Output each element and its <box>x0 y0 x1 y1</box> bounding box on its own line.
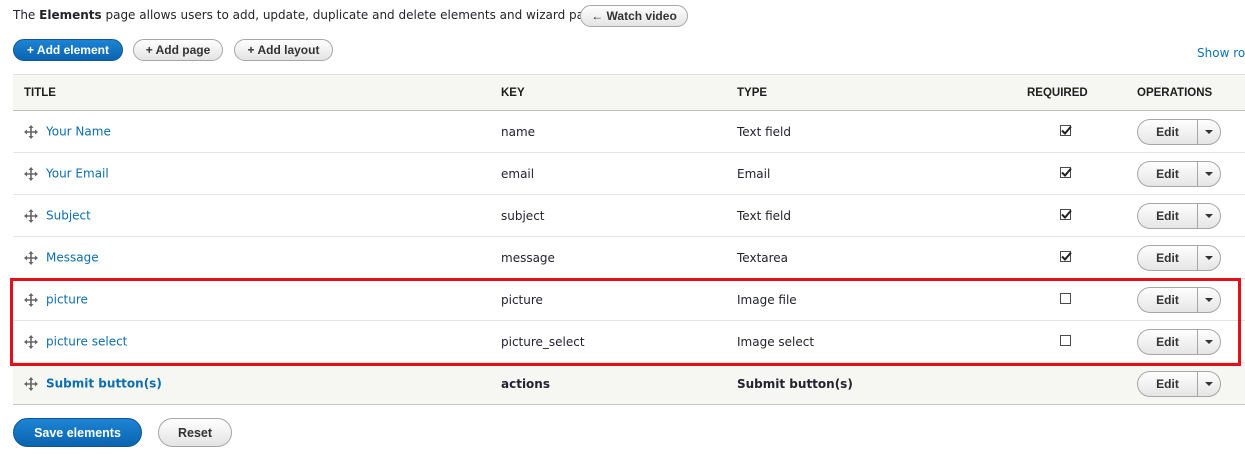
element-title-link[interactable]: Subject <box>46 209 91 223</box>
required-checkbox[interactable] <box>1060 208 1072 220</box>
edit-button[interactable]: Edit <box>1137 244 1197 271</box>
element-key: actions <box>501 376 550 391</box>
operations-dropdown-toggle[interactable] <box>1197 328 1221 355</box>
table-row: Submit button(s) actions Submit button(s… <box>13 362 1245 405</box>
drag-handle-icon[interactable] <box>24 208 38 223</box>
operations-dropbutton: Edit <box>1137 202 1245 229</box>
table-row: picture select picture_select Image sele… <box>13 321 1245 363</box>
drag-handle-icon[interactable] <box>24 166 38 181</box>
element-key: subject <box>501 208 545 223</box>
chevron-down-icon <box>1205 129 1213 134</box>
drag-handle-icon[interactable] <box>24 250 38 265</box>
table-row: picture picture Image file Edit <box>13 279 1245 321</box>
element-type: Text field <box>737 208 791 223</box>
edit-button[interactable]: Edit <box>1137 328 1197 355</box>
add-element-button[interactable]: + Add element <box>13 39 123 61</box>
element-key: picture_select <box>501 334 585 349</box>
element-key: message <box>501 250 555 265</box>
table-row: Subject subject Text field Edit <box>13 195 1245 237</box>
element-title-link[interactable]: picture select <box>46 335 127 349</box>
header-type: TYPE <box>737 86 768 99</box>
operations-dropdown-toggle[interactable] <box>1197 244 1221 271</box>
element-type: Text field <box>737 124 791 139</box>
intro-suffix: page allows users to add, update, duplic… <box>101 8 610 22</box>
operations-dropdown-toggle[interactable] <box>1197 160 1221 187</box>
intro-text: The Elements page allows users to add, u… <box>13 8 609 22</box>
edit-button[interactable]: Edit <box>1137 286 1197 313</box>
intro-strong: Elements <box>39 8 102 22</box>
operations-dropbutton: Edit <box>1137 160 1245 187</box>
edit-button[interactable]: Edit <box>1137 202 1197 229</box>
operations-dropbutton: Edit <box>1137 118 1245 145</box>
add-layout-button[interactable]: + Add layout <box>234 39 333 61</box>
table-row: Your Email email Email Edit <box>13 153 1245 195</box>
element-title-link[interactable]: Your Email <box>46 167 109 181</box>
operations-dropdown-toggle[interactable] <box>1197 370 1221 397</box>
save-elements-button[interactable]: Save elements <box>13 418 142 447</box>
chevron-down-icon <box>1205 255 1213 260</box>
element-type: Textarea <box>737 250 789 265</box>
reset-button[interactable]: Reset <box>158 418 232 447</box>
element-type: Submit button(s) <box>737 376 853 391</box>
required-checkbox[interactable] <box>1060 250 1072 262</box>
edit-button[interactable]: Edit <box>1137 370 1197 397</box>
operations-dropdown-toggle[interactable] <box>1197 286 1221 313</box>
edit-button[interactable]: Edit <box>1137 118 1197 145</box>
element-title-link[interactable]: Your Name <box>46 125 111 139</box>
element-title-link[interactable]: Submit button(s) <box>46 377 162 391</box>
element-key: email <box>501 166 535 181</box>
operations-dropbutton: Edit <box>1137 328 1245 355</box>
edit-button[interactable]: Edit <box>1137 160 1197 187</box>
required-checkbox[interactable] <box>1060 166 1072 178</box>
header-key: KEY <box>501 86 525 99</box>
chevron-down-icon <box>1205 381 1213 386</box>
drag-handle-icon[interactable] <box>24 124 38 139</box>
operations-dropbutton: Edit <box>1137 244 1245 271</box>
watch-video-button[interactable]: ← Watch video <box>580 5 688 27</box>
table-row: Message message Textarea Edit <box>13 237 1245 279</box>
element-type: Image file <box>737 292 797 307</box>
drag-handle-icon[interactable] <box>24 376 38 391</box>
operations-dropbutton: Edit <box>1137 286 1245 313</box>
header-operations: OPERATIONS <box>1137 86 1213 99</box>
table-header-row: TITLE KEY TYPE REQUIRED OPERATIONS <box>13 74 1245 111</box>
operations-dropdown-toggle[interactable] <box>1197 202 1221 229</box>
element-title-link[interactable]: Message <box>46 251 99 265</box>
operations-dropdown-toggle[interactable] <box>1197 118 1221 145</box>
element-type: Image select <box>737 334 815 349</box>
element-type: Email <box>737 166 771 181</box>
chevron-down-icon <box>1205 171 1213 176</box>
chevron-down-icon <box>1205 297 1213 302</box>
header-title: TITLE <box>24 86 56 99</box>
element-key: name <box>501 124 536 139</box>
element-title-link[interactable]: picture <box>46 293 88 307</box>
intro-prefix: The <box>13 8 40 22</box>
required-checkbox[interactable] <box>1060 124 1072 136</box>
required-checkbox[interactable] <box>1060 292 1071 304</box>
table-row: Your Name name Text field Edit <box>13 111 1245 153</box>
add-page-button[interactable]: + Add page <box>133 39 223 61</box>
chevron-down-icon <box>1205 213 1213 218</box>
operations-dropbutton: Edit <box>1137 370 1245 397</box>
element-key: picture <box>501 292 543 307</box>
required-checkbox[interactable] <box>1060 334 1071 346</box>
header-required: REQUIRED <box>1027 86 1088 99</box>
chevron-down-icon <box>1205 339 1213 344</box>
show-row-weights-link[interactable]: Show row <box>1197 46 1245 60</box>
drag-handle-icon[interactable] <box>24 334 38 349</box>
elements-table: TITLE KEY TYPE REQUIRED OPERATIONS Your … <box>13 74 1245 405</box>
drag-handle-icon[interactable] <box>24 292 38 307</box>
